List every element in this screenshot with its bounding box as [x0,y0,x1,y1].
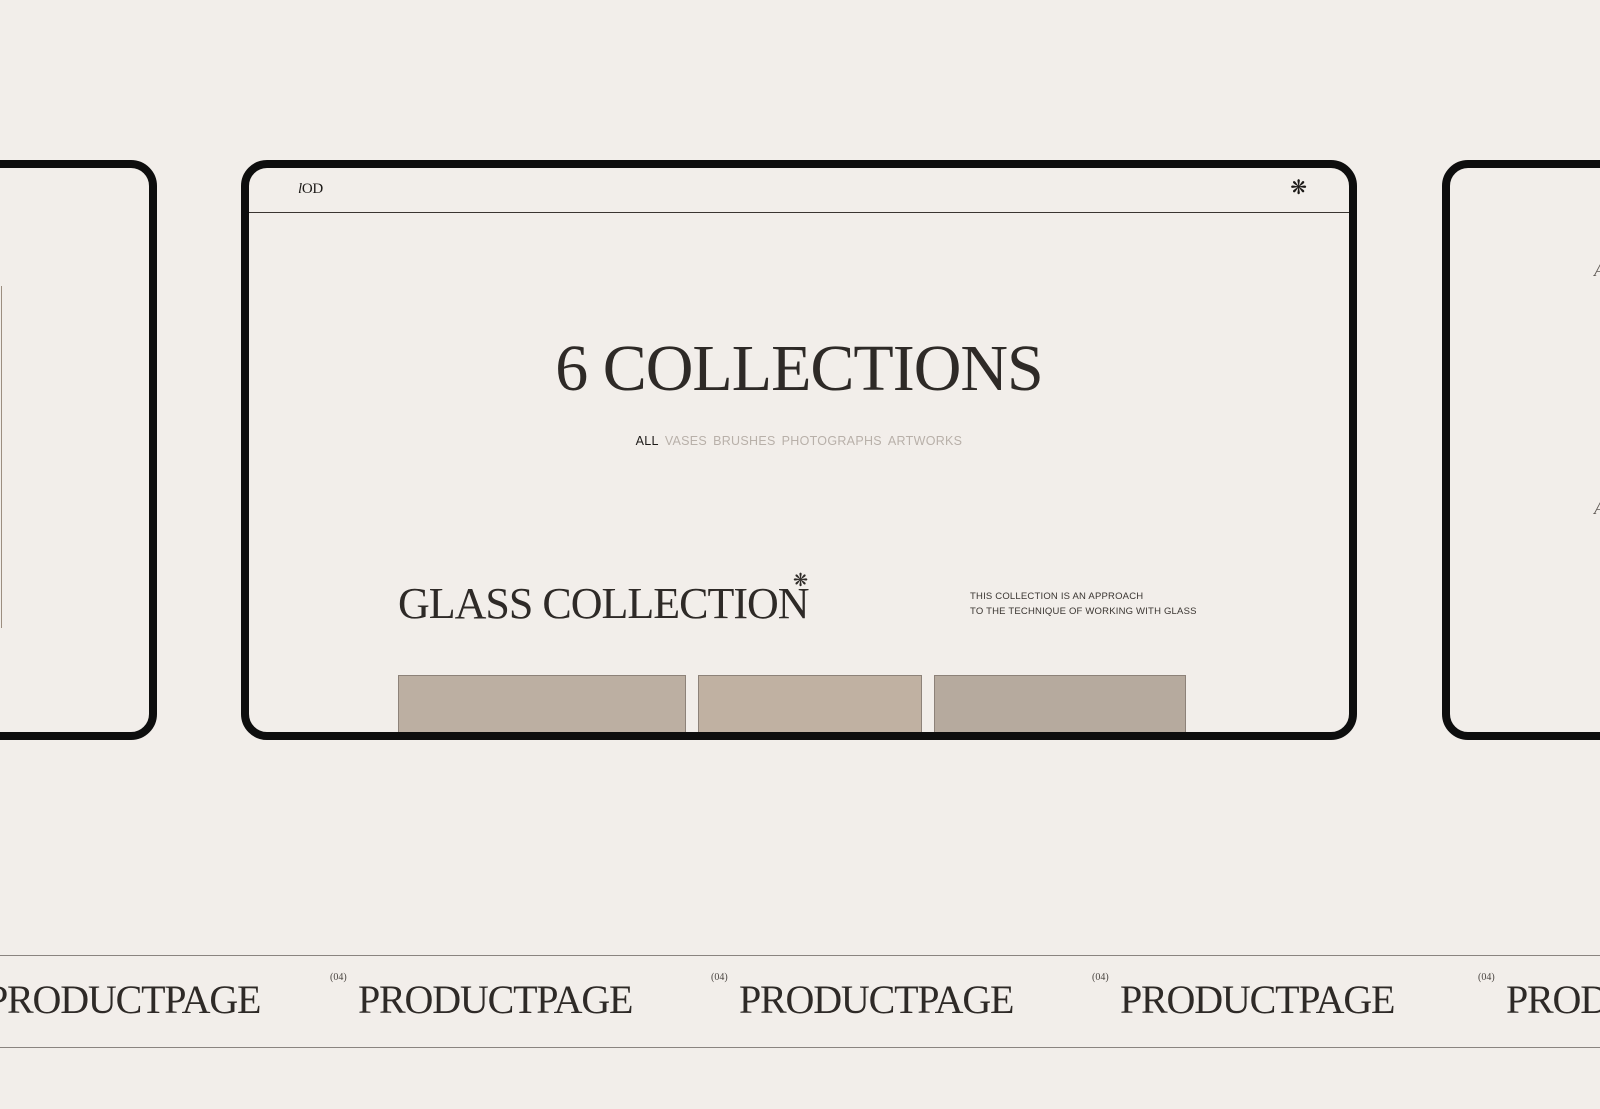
left-device-frame: K [0,160,157,740]
marquee-index: (04) [1092,972,1109,983]
marquee-label: PRODUCTPAGE [358,977,633,1022]
filter-photographs[interactable]: PHOTOGRAPHS [782,434,882,448]
presentation-stage: K lOD ❋ 6 COLLECTIONS ALL VASES BRUSHES PHO… [0,0,1600,1109]
filter-artworks[interactable]: ARTWORKS [888,434,962,448]
marquee-index: (04) [330,972,347,983]
collection-description-line: TO THE TECHNIQUE OF WORKING WITH GLASS [970,606,1197,617]
logo-text: OD [301,181,323,197]
marquee-index: (04) [711,972,728,983]
right-device-frame: A A FvCFVTTFkcTtTTv [1442,160,1600,740]
marquee-label: PRODUCTPAGE [1120,977,1395,1022]
collection-description-line: THIS COLLECTION IS AN APPROACH [970,591,1144,602]
category-filter-bar: ALL VASES BRUSHES PHOTOGRAPHS ARTWORKS [249,434,1349,448]
filter-vases[interactable]: VASES [665,434,707,448]
filter-brushes[interactable]: BRUSHES [713,434,776,448]
right-heading: A [1594,260,1600,281]
asterisk-menu-icon[interactable]: ❋ [1290,178,1307,198]
main-device-frame: lOD ❋ 6 COLLECTIONS ALL VASES BRUSHES PHOTO… [241,160,1357,740]
collection-thumbnail[interactable] [698,675,922,732]
filter-all[interactable]: ALL [636,434,659,448]
collection-title: GLASS COLLECTION [398,579,810,628]
page-title: 6 COLLECTIONS [555,332,1043,405]
collection-thumbnail[interactable] [934,675,1186,732]
marquee-label: PRODUCTPAGE [1506,977,1600,1022]
asterisk-decoration-icon: ❋ [793,570,809,590]
marquee-index: (04) [1478,972,1495,983]
right-heading: A [1594,498,1600,519]
collection-thumbnail[interactable] [398,675,686,732]
product-image-edge [1,286,2,628]
site-logo[interactable]: lOD [298,181,323,198]
marquee-label: PRODUCTPAGE [0,977,261,1022]
marquee-label: PRODUCTPAGE [739,977,1014,1022]
collection-description: THIS COLLECTION IS AN APPROACH TO THE TE… [970,589,1197,619]
site-header: lOD ❋ [249,168,1349,213]
productpage-marquee: (04) PRODUCTPAGE (04) PRODUCTPAGE (04) PRODUC… [0,955,1600,1048]
